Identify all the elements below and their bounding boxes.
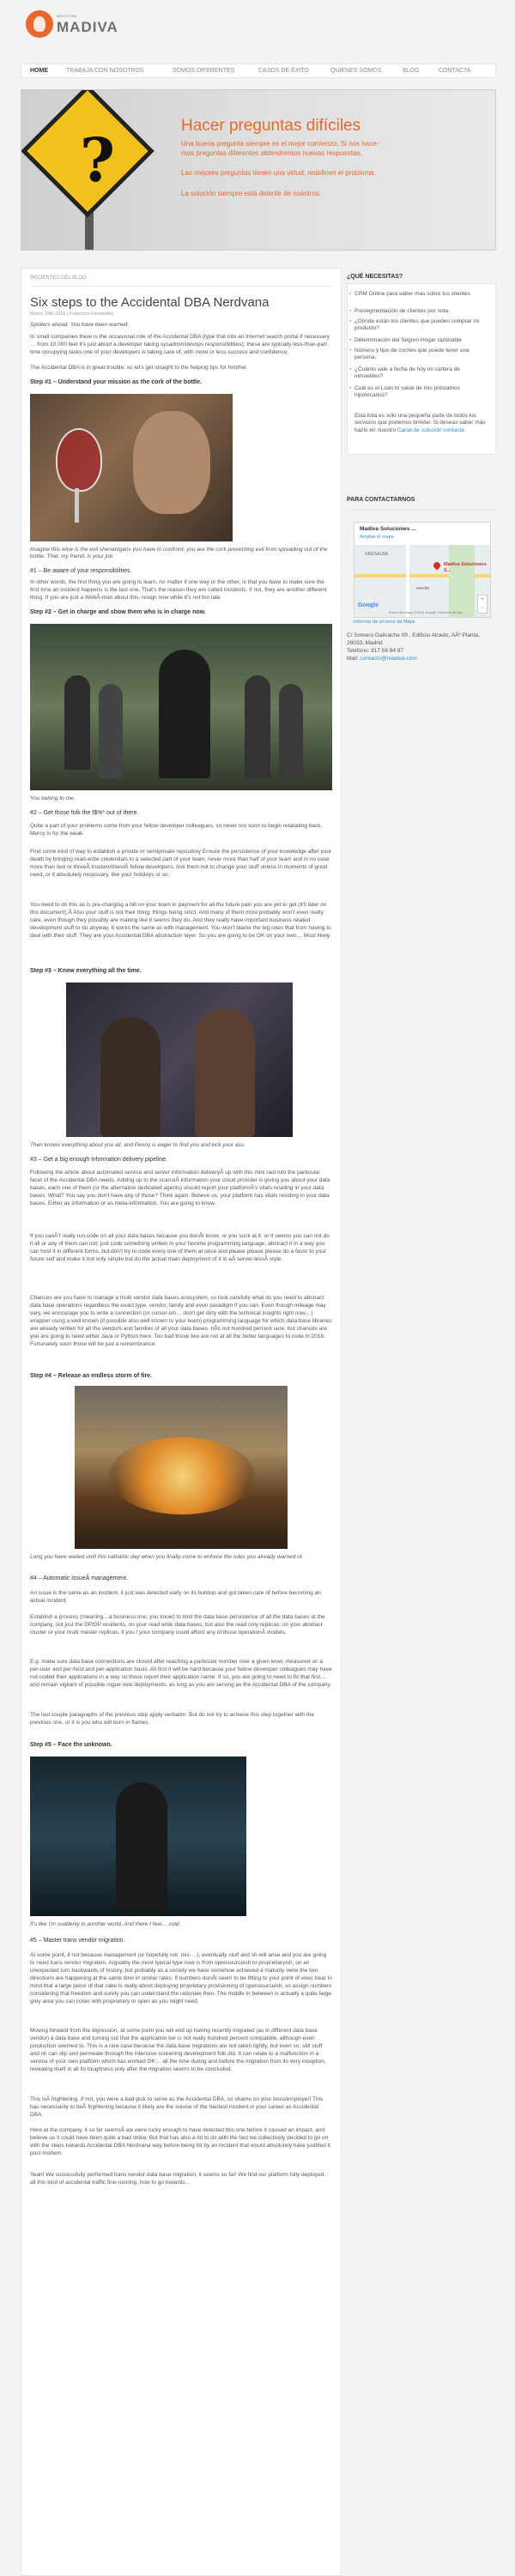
service-item[interactable]: ¿Cuánto vale a fecha de hoy mi cartera d… <box>349 366 483 381</box>
banner-title: Hacer preguntas difíciles <box>181 117 361 135</box>
map-marker-icon[interactable] <box>432 560 442 571</box>
mail-line: Mail: contacto@madiva.com <box>347 655 494 662</box>
paragraph: The last couple paragraphs of the previo… <box>30 1712 314 1726</box>
subheading: #5 – Master trans vendor migration. <box>30 1938 125 1944</box>
post-image-cold <box>30 1757 246 1916</box>
paragraph: Following the article about automated se… <box>30 1170 330 1206</box>
madiva-logo[interactable]: MEDICINA MADIVA <box>26 7 137 45</box>
map-label: GRESALBA <box>365 552 388 557</box>
step-heading: Step #2 – Get in charge and show them wh… <box>30 609 206 615</box>
address-line: C/ Somero Galicache 09 , Edificio Alcedo… <box>347 632 480 647</box>
image-caption: Imagine this wine is the evil shenanigan… <box>30 547 328 560</box>
nav-trabaja[interactable]: Trabaja con nosotros <box>66 67 144 75</box>
widget-title-services: ¿Qué necesitas? <box>347 274 403 280</box>
nav-blog[interactable]: Blog <box>403 67 419 75</box>
hero-banner: ? Hacer preguntas difíciles Una buena pr… <box>21 89 496 251</box>
paragraph: Chances are you have to manage a multi v… <box>30 1295 332 1347</box>
nav-contacta[interactable]: Contacta <box>439 67 470 75</box>
step-heading: Step #4 – Release an endless storm of fi… <box>30 1373 153 1379</box>
section-label: Recientes del blog <box>30 275 87 281</box>
service-item[interactable]: Presegmentación de clientes por nota. <box>349 308 483 316</box>
map-road <box>406 545 409 617</box>
paragraph: The Accidental DBA is in great trouble, … <box>30 365 248 371</box>
widget-title-contact: Para contactarnos <box>347 497 415 503</box>
paragraph: At some point, if not because management… <box>30 1952 332 2005</box>
paragraph: If you canÂ't really run code on all you… <box>30 1233 330 1262</box>
mail-label: Mail: <box>347 656 360 662</box>
map-zoom-control[interactable]: + − <box>477 595 488 614</box>
nav-casos-exito[interactable]: Casos de éxito <box>258 67 309 75</box>
subheading: #3 – Get a big enough information delive… <box>30 1157 167 1163</box>
step-heading: Step #5 – Face the unknown. <box>30 1742 112 1748</box>
map-place-name: Madiva Soluciones ... <box>360 526 416 532</box>
logo-mark-icon <box>26 10 53 38</box>
mail-link[interactable]: contacto@madiva.com <box>360 656 417 662</box>
image-caption: Then knows everything about you all, and… <box>30 1142 245 1148</box>
service-item[interactable]: Cuál es el Loan to value de mis préstamo… <box>349 385 483 400</box>
post-image-fire <box>75 1386 288 1549</box>
blog-post: Recientes del blog Six steps to the Acci… <box>21 268 342 2576</box>
map-label: Madiva Soluciones S... <box>444 562 487 574</box>
post-intro: Spoilers ahead. You have been warned. <box>30 322 130 328</box>
paragraph: An issue is the same as an incident, it … <box>30 1590 321 1604</box>
nav-quienes-somos[interactable]: Quienes somos <box>330 67 382 75</box>
service-item[interactable]: ¿Dónde están los clientes que pueden com… <box>349 318 483 333</box>
banner-line: Una buena pregunta siempre es el mejor c… <box>181 140 379 148</box>
step-heading: Step #3 – Know everything all the time. <box>30 968 142 974</box>
paragraph: In other words, the first thing you are … <box>30 579 327 601</box>
paragraph: Here at the company, it so far seemsÂ we… <box>30 2127 330 2156</box>
map-report-link[interactable]: Informar de un error de Maps <box>354 620 415 626</box>
google-map[interactable]: Madiva Soluciones ... Ampliar el mapa GR… <box>354 522 491 618</box>
step-heading: Step #1 – Understand your mission as the… <box>30 379 202 385</box>
paragraph: Establish a process (meaning…a business … <box>30 1614 325 1636</box>
services-widget: CRM Online para saber más sobre tus clie… <box>347 283 496 455</box>
google-logo: Google <box>358 602 379 608</box>
service-item[interactable]: CRM Online para saber más sobre tus clie… <box>349 291 483 299</box>
map-enlarge-link[interactable]: Ampliar el mapa <box>360 535 394 541</box>
map-footer: Datos del mapa ©2018 Google Términos de … <box>389 610 463 614</box>
image-caption: You belong to me. <box>30 795 76 801</box>
nav-home[interactable]: Home <box>30 67 48 75</box>
subheading: #2 – Get those folk the f$%* out of ther… <box>30 810 139 816</box>
service-item[interactable]: Determinación del Seguro Hogar razonable <box>349 337 483 345</box>
map-label: eventa <box>416 586 430 591</box>
paragraph: You need to do this as is pre-charging a… <box>30 902 331 939</box>
map-park <box>449 545 475 617</box>
service-item[interactable]: Número y tipo de coches que puede tener … <box>349 348 483 362</box>
divider <box>30 286 332 287</box>
main-nav: Home Trabaja con nosotros Somos diferent… <box>21 63 496 78</box>
banner-line: La solución siempre está delante de noso… <box>181 190 322 197</box>
post-image-group <box>30 624 332 790</box>
image-caption: Long you have waited until this catharti… <box>30 1554 304 1560</box>
post-image-penny <box>66 983 293 1137</box>
nav-somos-diferentes[interactable]: Somos diferentes <box>173 67 234 75</box>
subheading: #4 – Automatic issueÂ management. <box>30 1575 129 1581</box>
image-caption: It's like I'm suddenly in another world.… <box>30 1921 181 1927</box>
banner-line: mos preguntas diferentes obtendremos nue… <box>181 149 362 157</box>
services-note: Esta lista es sólo una pequeña parte de … <box>354 413 488 434</box>
phone-line: Teléfono: 917 56 84 87 <box>347 648 404 655</box>
paragraph: Find some kind of way to establish a pri… <box>30 849 332 878</box>
subheading: #1 – Be aware of your responsibilities. <box>30 568 132 574</box>
paragraph: This isÂ frightening. If not, you were a… <box>30 2096 324 2118</box>
question-mark-icon: ? <box>80 124 116 196</box>
paragraph: Quite a part of your problems come from … <box>30 823 323 837</box>
logo-wordmark: MADIVA <box>57 19 118 35</box>
paragraph: Yeah! We successfully performed trans ve… <box>30 2172 326 2186</box>
post-image-wine <box>30 394 233 541</box>
banner-line: Las mejores preguntas tienen una virtud:… <box>181 169 376 177</box>
contact-address: C/ Somero Galicache 09 , Edificio Alcedo… <box>347 632 494 662</box>
divider <box>347 510 494 511</box>
contact-channel-link[interactable]: Canal de solución contacta <box>397 427 464 433</box>
paragraph: E.g. make sure data base connections are… <box>30 1659 332 1688</box>
post-meta: Marzo 19th 2018 | Francisco Fernández <box>30 311 114 317</box>
paragraph: Moving forward from the digression, at s… <box>30 2028 326 2072</box>
paragraph: In small companies there is the occasion… <box>30 334 330 355</box>
post-title[interactable]: Six steps to the Accidental DBA Nerdvana <box>30 294 270 311</box>
